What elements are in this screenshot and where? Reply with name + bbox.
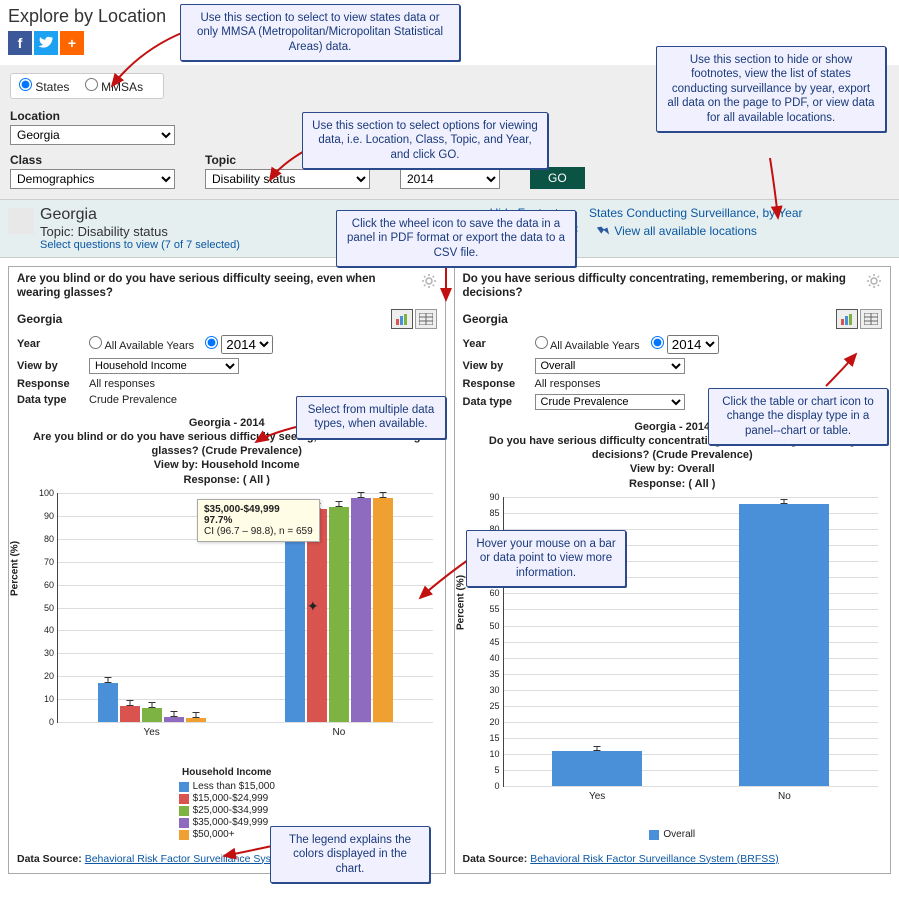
chart-legend: Overall <box>463 829 883 843</box>
datatype-select[interactable]: Crude Prevalence <box>535 394 685 410</box>
viewby-select[interactable]: Overall <box>535 358 685 374</box>
panel-state: Georgia <box>17 312 391 326</box>
viewby-label: View by <box>463 360 535 372</box>
view-all-locations-link[interactable]: View all available locations <box>596 224 757 238</box>
y-axis-label: Percent (%) <box>455 575 466 630</box>
surveillance-link[interactable]: States Conducting Surveillance, by Year <box>589 206 802 220</box>
year-option-label: Year <box>17 338 89 350</box>
chart-tooltip: $35,000-$49,999 97.7% CI (96.7 – 98.8), … <box>197 499 320 542</box>
callout-hover: Hover your mouse on a bar or data point … <box>466 530 626 587</box>
callout-filters: Use this section to select options for v… <box>302 112 548 169</box>
context-topic: Topic: Disability status <box>40 224 240 239</box>
map-icon <box>596 224 610 238</box>
callout-datatypes: Select from multiple data types, when av… <box>296 396 446 439</box>
chart-title-line: View by: Household Income <box>17 458 437 472</box>
chart-title-line: Response: ( All ) <box>17 473 437 487</box>
panel-question: Do you have serious difficulty concentra… <box>463 273 863 301</box>
callout-wheel: Click the wheel icon to save the data in… <box>336 210 576 267</box>
year-option-label: Year <box>463 338 535 350</box>
class-label: Class <box>10 153 175 167</box>
viewby-select[interactable]: Household Income <box>89 358 239 374</box>
panel-year-select[interactable]: 2014 <box>221 335 273 354</box>
location-select[interactable]: Georgia <box>10 125 175 145</box>
chart-title-line: View by: Overall <box>463 462 883 476</box>
location-label: Location <box>10 109 175 123</box>
viewby-label: View by <box>17 360 89 372</box>
scope-states-label: States <box>35 80 69 94</box>
datatype-label: Data type <box>17 394 89 406</box>
response-label: Response <box>463 378 535 390</box>
select-questions-link[interactable]: Select questions to view (7 of 7 selecte… <box>40 239 240 251</box>
class-select[interactable]: Demographics <box>10 169 175 189</box>
datatype-label: Data type <box>463 396 535 408</box>
scope-radio-mmsas[interactable]: MMSAs <box>85 80 143 94</box>
callout-ctx-right: Use this section to hide or show footnot… <box>656 46 886 132</box>
panel-state: Georgia <box>463 312 837 326</box>
datasource-link[interactable]: Behavioral Risk Factor Surveillance Syst… <box>530 853 779 865</box>
panel-year-select[interactable]: 2014 <box>667 335 719 354</box>
callout-toggle: Click the table or chart icon to change … <box>708 388 888 445</box>
context-state: Georgia <box>40 206 240 224</box>
chart-view-button[interactable] <box>391 309 413 329</box>
scope-radio-states[interactable]: States <box>19 80 69 94</box>
go-button[interactable]: GO <box>530 167 585 189</box>
topic-select[interactable]: Disability status <box>205 169 370 189</box>
callout-scope: Use this section to select to view state… <box>180 4 460 61</box>
chart-view-button[interactable] <box>836 309 858 329</box>
callout-legend: The legend explains the colors displayed… <box>270 826 430 883</box>
single-year-radio[interactable]: 2014 <box>651 340 719 352</box>
year-select[interactable]: 2014 <box>400 169 500 189</box>
legend-title: Household Income <box>17 767 437 778</box>
response-label: Response <box>17 378 89 390</box>
state-outline-icon <box>8 208 34 234</box>
table-view-button[interactable] <box>415 309 437 329</box>
scope-radio-group: States MMSAs <box>10 73 164 99</box>
chart-left: Percent (%) 0102030405060708090100YesNo … <box>17 493 437 743</box>
gear-icon[interactable] <box>421 273 437 289</box>
chart-title-line: Response: ( All ) <box>463 477 883 491</box>
response-value: All responses <box>89 378 155 390</box>
all-years-radio[interactable]: All Available Years <box>89 340 194 352</box>
panel-left: Are you blind or do you have serious dif… <box>8 266 446 874</box>
gear-icon[interactable] <box>866 273 882 289</box>
panel-question: Are you blind or do you have serious dif… <box>17 273 417 301</box>
all-years-radio[interactable]: All Available Years <box>535 340 640 352</box>
data-source: Data Source: Behavioral Risk Factor Surv… <box>463 853 883 865</box>
datatype-value: Crude Prevalence <box>89 394 177 406</box>
cursor-icon: ✦ <box>307 598 319 615</box>
table-view-button[interactable] <box>860 309 882 329</box>
share-more-button[interactable]: + <box>60 31 84 55</box>
response-value: All responses <box>535 378 601 390</box>
single-year-radio[interactable]: 2014 <box>205 340 273 352</box>
scope-mmsas-label: MMSAs <box>101 80 143 94</box>
facebook-share-button[interactable]: f <box>8 31 32 55</box>
y-axis-label: Percent (%) <box>10 541 21 596</box>
twitter-share-button[interactable] <box>34 31 58 55</box>
